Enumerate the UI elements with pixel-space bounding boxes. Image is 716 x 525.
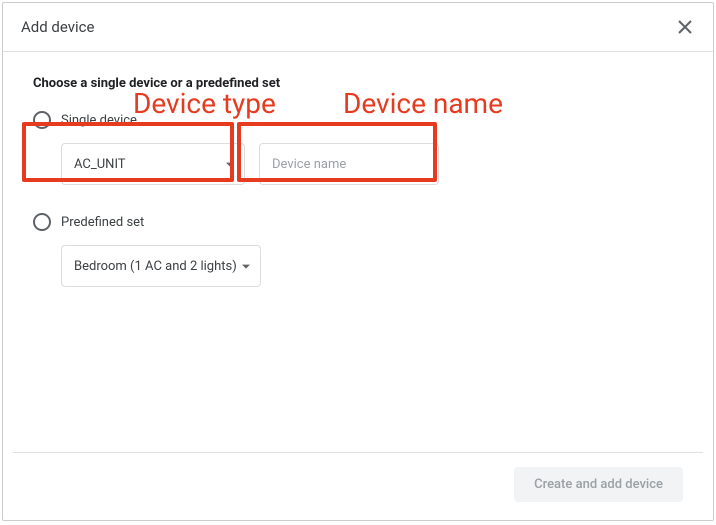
dialog-footer: Create and add device: [13, 452, 703, 520]
single-device-radio-row: Single device: [33, 111, 683, 129]
predefined-radio-row: Predefined set: [33, 213, 683, 231]
predefined-label: Predefined set: [61, 215, 144, 230]
single-device-fields: AC_UNIT: [61, 143, 683, 185]
dialog-title: Add device: [21, 18, 94, 36]
device-name-input[interactable]: [259, 143, 439, 185]
predefined-set-value: Bedroom (1 AC and 2 lights): [74, 259, 237, 274]
create-add-device-button[interactable]: Create and add device: [514, 467, 683, 502]
predefined-section: Predefined set Bedroom (1 AC and 2 light…: [33, 213, 683, 287]
predefined-set-dropdown[interactable]: Bedroom (1 AC and 2 lights): [61, 245, 261, 287]
chevron-down-icon: [242, 259, 250, 274]
predefined-radio[interactable]: [33, 213, 51, 231]
close-button[interactable]: [675, 17, 695, 37]
close-icon: [677, 19, 693, 35]
device-type-value: AC_UNIT: [74, 157, 126, 172]
add-device-dialog: Add device Choose a single device or a p…: [2, 2, 714, 521]
predefined-fields: Bedroom (1 AC and 2 lights): [61, 245, 683, 287]
single-device-label: Single device: [61, 113, 137, 128]
content-subtitle: Choose a single device or a predefined s…: [33, 76, 683, 91]
chevron-down-icon: [226, 157, 234, 172]
device-type-dropdown[interactable]: AC_UNIT: [61, 143, 245, 185]
single-device-radio[interactable]: [33, 111, 51, 129]
dialog-content: Choose a single device or a predefined s…: [3, 52, 713, 452]
dialog-header: Add device: [3, 3, 713, 52]
